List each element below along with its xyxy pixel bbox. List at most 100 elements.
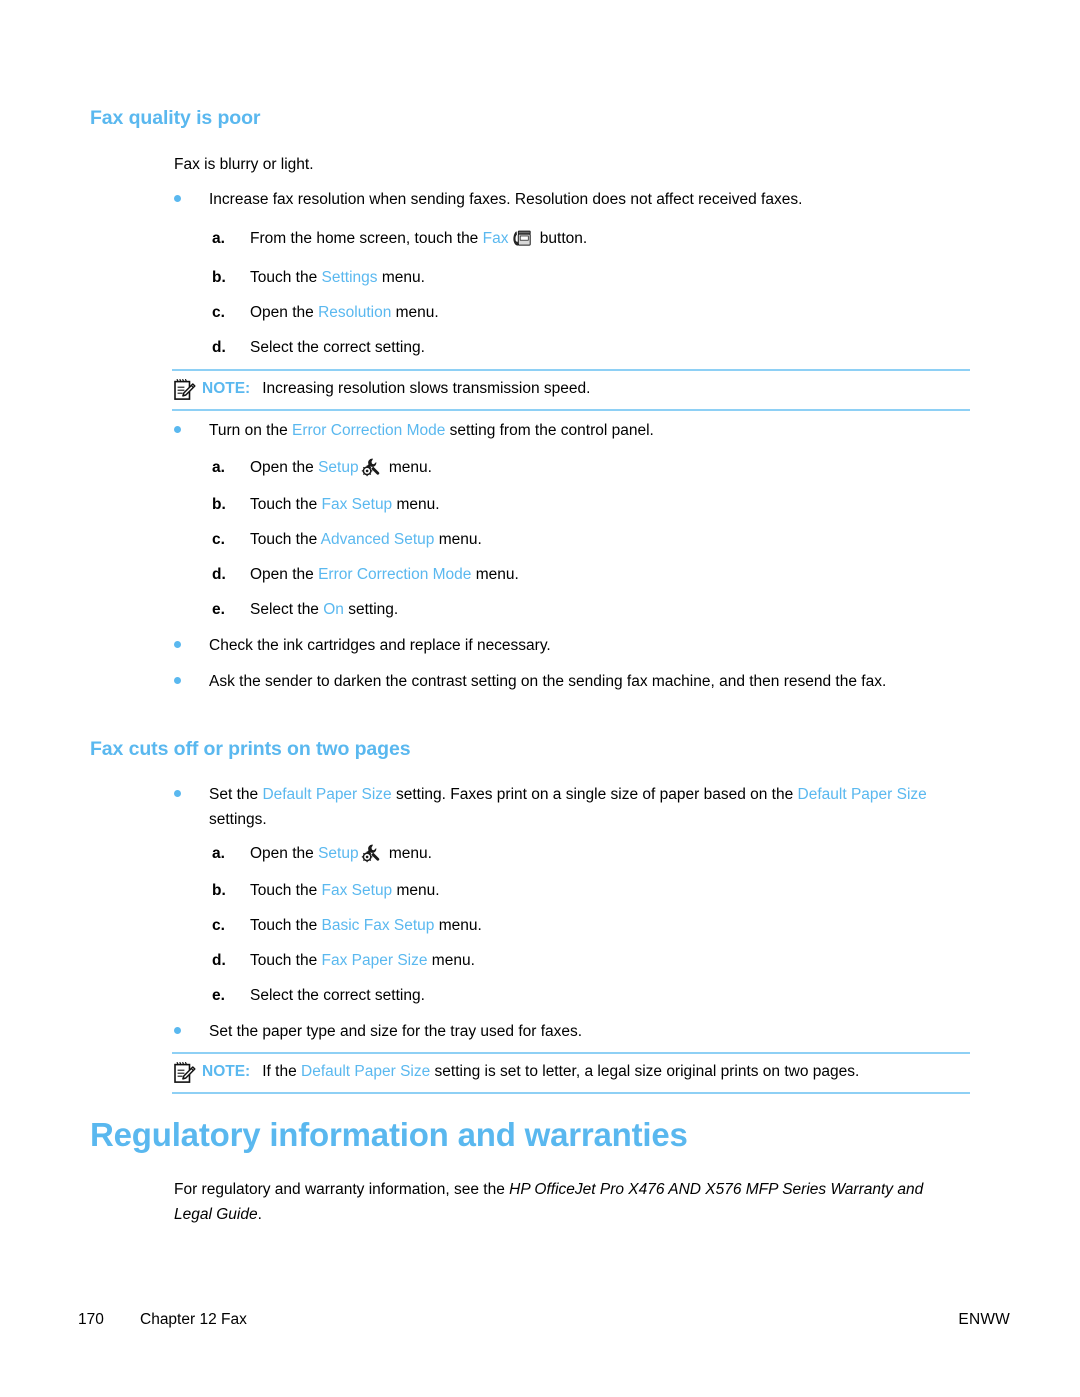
step-marker: b. xyxy=(212,496,226,513)
setup-wrench-icon xyxy=(361,456,383,477)
step-text-post: menu. xyxy=(377,269,425,286)
step-text-pre: Touch the xyxy=(250,496,322,513)
ui-label-fax-setup: Fax Setup xyxy=(321,882,393,899)
step-text-pre: Open the xyxy=(250,304,319,321)
page-footer: 170 Chapter 12 Fax ENWW xyxy=(0,1310,1080,1370)
ui-label-settings: Settings xyxy=(321,269,378,286)
bullet-text-pre: Set the xyxy=(209,786,263,803)
step-marker: d. xyxy=(212,339,226,356)
step-item-b-fax-setup-2: b. Touch the Fax Setup menu. xyxy=(212,878,952,903)
footer-locale-code: ENWW xyxy=(958,1311,1010,1328)
step-text-pre: Open the xyxy=(250,566,319,583)
bullet-dot-icon xyxy=(174,677,181,684)
step-text-post: menu. xyxy=(384,845,432,862)
step-text: Touch the Advanced Setup menu. xyxy=(250,527,952,552)
note-pencil-icon xyxy=(172,1061,196,1085)
ui-label-fax: Fax xyxy=(482,230,509,247)
bullet-dot-icon xyxy=(174,426,181,433)
note-label: NOTE: xyxy=(202,1063,251,1080)
step-text: Open the Resolution menu. xyxy=(250,300,952,325)
regulatory-text-pre: For regulatory and warranty information,… xyxy=(174,1181,510,1198)
footer-page-number: 170 xyxy=(78,1311,104,1328)
step-text: Touch the Basic Fax Setup menu. xyxy=(250,913,952,938)
bullet-text-post: settings. xyxy=(209,811,267,828)
step-item-b-settings-menu: b. Touch the Settings menu. xyxy=(212,265,952,290)
bullet-set-default-paper-size: Set the Default Paper Size setting. Faxe… xyxy=(174,782,974,832)
step-text-pre: Touch the xyxy=(250,882,322,899)
step-text-pre: Touch the xyxy=(250,269,322,286)
ui-label-resolution: Resolution xyxy=(318,304,392,321)
heading-fax-cuts-off: Fax cuts off or prints on two pages xyxy=(90,738,411,760)
regulatory-body-text: For regulatory and warranty information,… xyxy=(174,1177,934,1227)
ui-label-default-paper-size: Default Paper Size xyxy=(262,786,392,803)
step-text-post: menu. xyxy=(392,496,440,513)
step-item-e-select-correct-setting: e. Select the correct setting. xyxy=(212,983,952,1008)
step-marker: a. xyxy=(212,459,225,476)
ui-label-error-correction-mode: Error Correction Mode xyxy=(318,566,472,583)
step-text: Select the On setting. xyxy=(250,597,952,622)
step-marker: e. xyxy=(212,601,225,618)
regulatory-text-post: . xyxy=(257,1206,262,1223)
bullet-set-paper-type-and-size: Set the paper type and size for the tray… xyxy=(174,1019,964,1044)
bullet-increase-resolution: Increase fax resolution when sending fax… xyxy=(174,187,964,212)
step-item-a-open-setup-2: a. Open the Setup menu. xyxy=(212,841,952,866)
step-text-post: menu. xyxy=(384,459,432,476)
step-text: Select the correct setting. xyxy=(250,987,425,1004)
step-marker: c. xyxy=(212,531,225,548)
step-item-e-select-on: e. Select the On setting. xyxy=(212,597,952,622)
step-marker: d. xyxy=(212,566,226,583)
step-text-pre: Open the xyxy=(250,459,319,476)
bullet-error-correction-mode: Turn on the Error Correction Mode settin… xyxy=(174,418,974,443)
step-text-post: setting. xyxy=(343,601,399,618)
intro-text-fax-blurry: Fax is blurry or light. xyxy=(174,156,314,173)
bullet-text-mid: setting. Faxes print on a single size of… xyxy=(391,786,798,803)
step-text: Touch the Fax Paper Size menu. xyxy=(250,948,952,973)
ui-label-basic-fax-setup: Basic Fax Setup xyxy=(321,917,435,934)
bullet-dot-icon xyxy=(174,1027,181,1034)
step-text: Open the Setup menu. xyxy=(250,841,952,866)
step-item-c-advanced-setup: c. Touch the Advanced Setup menu. xyxy=(212,527,952,552)
step-item-c-basic-fax-setup: c. Touch the Basic Fax Setup menu. xyxy=(212,913,952,938)
step-text-pre: Open the xyxy=(250,845,319,862)
bullet-text: Set the paper type and size for the tray… xyxy=(209,1023,583,1040)
ui-label-default-paper-size: Default Paper Size xyxy=(301,1063,431,1080)
step-item-c-resolution-menu: c. Open the Resolution menu. xyxy=(212,300,952,325)
step-marker: a. xyxy=(212,845,225,862)
bullet-dot-icon xyxy=(174,195,181,202)
step-text-pre: Touch the xyxy=(250,531,321,548)
bullet-check-ink-cartridges: Check the ink cartridges and replace if … xyxy=(174,633,964,658)
step-marker: a. xyxy=(212,230,225,247)
step-text-pre: Touch the xyxy=(250,952,322,969)
step-text: Open the Error Correction Mode menu. xyxy=(250,562,952,587)
step-text-pre: Select the xyxy=(250,601,324,618)
note-content: NOTE: Increasing resolution slows transmi… xyxy=(202,378,970,400)
ui-label-default-paper-size-2: Default Paper Size xyxy=(797,786,927,803)
ui-label-setup: Setup xyxy=(318,845,359,862)
step-text-post: menu. xyxy=(427,952,475,969)
note-text-pre: If the xyxy=(262,1063,301,1080)
step-marker: d. xyxy=(212,952,226,969)
heading-fax-quality-is-poor: Fax quality is poor xyxy=(90,107,261,129)
fax-icon xyxy=(510,227,533,249)
ui-label-error-correction-mode: Error Correction Mode xyxy=(292,422,446,439)
note-box-resolution: NOTE: Increasing resolution slows transmi… xyxy=(172,369,970,411)
step-text-post: button. xyxy=(535,230,588,247)
setup-wrench-icon xyxy=(361,842,383,863)
ui-label-advanced-setup: Advanced Setup xyxy=(320,531,435,548)
bullet-dot-icon xyxy=(174,790,181,797)
ui-label-fax-setup: Fax Setup xyxy=(321,496,393,513)
bullet-text: Set the Default Paper Size setting. Faxe… xyxy=(209,782,974,832)
step-text: Open the Setup menu. xyxy=(250,455,952,480)
note-text: Increasing resolution slows transmission… xyxy=(262,380,591,397)
step-text: Select the correct setting. xyxy=(250,339,425,356)
step-text-post: menu. xyxy=(392,882,440,899)
note-content: NOTE: If the Default Paper Size setting i… xyxy=(202,1061,970,1083)
step-text-post: menu. xyxy=(471,566,519,583)
bullet-text-pre: Turn on the xyxy=(209,422,293,439)
step-item-d-error-correction-mode-menu: d. Open the Error Correction Mode menu. xyxy=(212,562,952,587)
bullet-text: Turn on the Error Correction Mode settin… xyxy=(209,418,974,443)
step-text: Touch the Fax Setup menu. xyxy=(250,492,952,517)
ui-label-fax-paper-size: Fax Paper Size xyxy=(321,952,428,969)
step-item-a-open-setup: a. Open the Setup menu. xyxy=(212,455,952,480)
step-item-b-fax-setup: b. Touch the Fax Setup menu. xyxy=(212,492,952,517)
